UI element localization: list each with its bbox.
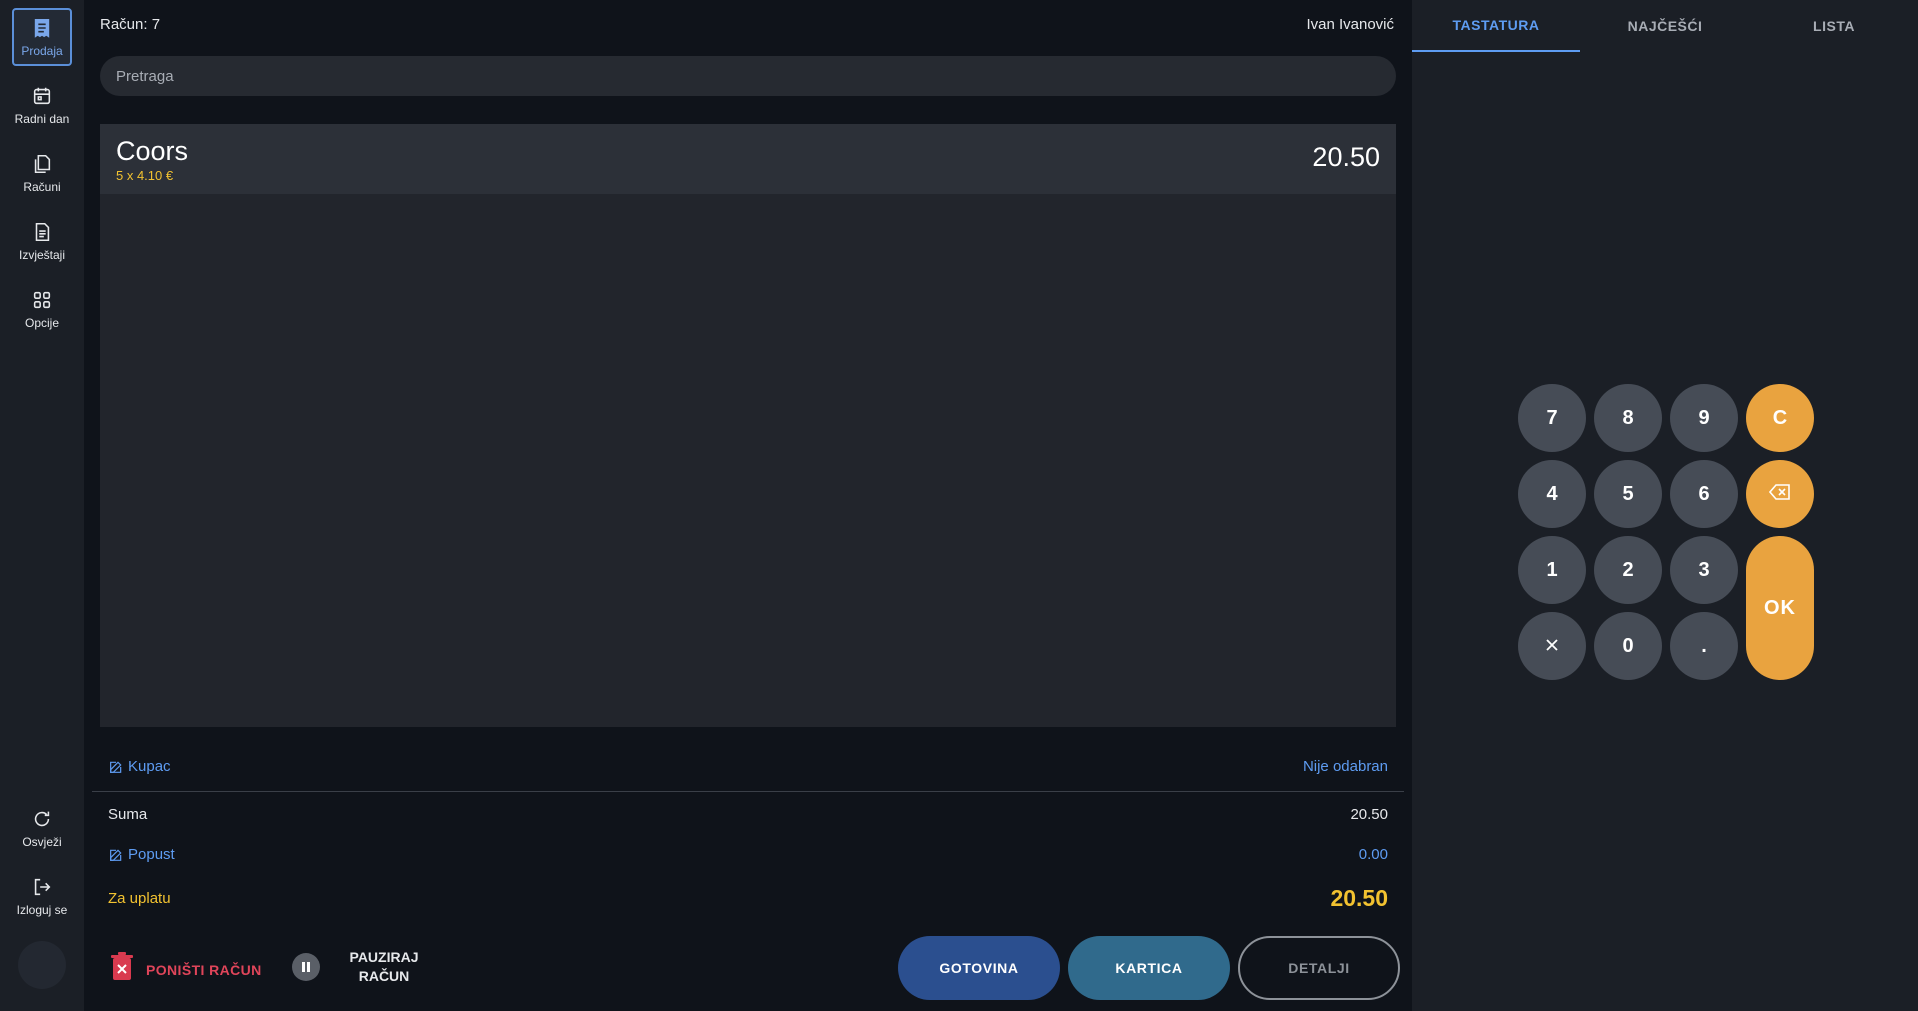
logout-icon — [30, 875, 54, 899]
key-decimal[interactable]: . — [1670, 612, 1738, 680]
key-ok[interactable]: OK — [1746, 536, 1814, 680]
item-total: 20.50 — [1312, 142, 1380, 172]
sidebar-item-label: Opcije — [24, 316, 59, 330]
item-name: Coors — [116, 136, 189, 166]
customer-label: Kupac — [128, 758, 171, 775]
edit-icon — [108, 847, 124, 863]
key-2[interactable]: 2 — [1594, 536, 1662, 604]
trash-icon — [108, 952, 136, 987]
key-clear[interactable]: C — [1746, 384, 1814, 452]
customer-link[interactable]: Kupac — [108, 758, 171, 775]
sidebar-item-label: Računi — [23, 180, 61, 194]
amount-due-value: 20.50 — [1330, 885, 1388, 911]
avatar[interactable] — [18, 941, 66, 989]
key-3[interactable]: 3 — [1670, 536, 1738, 604]
discount-value: 0.00 — [1358, 846, 1388, 863]
cart-list: Coors 5 x 4.10 € 20.50 — [100, 124, 1396, 727]
discount-link[interactable]: Popust — [108, 846, 175, 863]
cash-button[interactable]: GOTOVINA — [898, 936, 1060, 1000]
key-1[interactable]: 1 — [1518, 536, 1586, 604]
key-5[interactable]: 5 — [1594, 460, 1662, 528]
key-8[interactable]: 8 — [1594, 384, 1662, 452]
sidebar-item-opcije[interactable]: Opcije — [12, 280, 72, 338]
sidebar-item-label: Prodaja — [21, 44, 63, 58]
tab-tastatura[interactable]: TASTATURA — [1412, 0, 1580, 52]
user-name: Ivan Ivanović — [1306, 16, 1394, 33]
backspace-icon — [1768, 483, 1791, 506]
sidebar-item-racuni[interactable]: Računi — [12, 144, 72, 202]
discount-label: Popust — [128, 846, 175, 863]
grid-icon — [30, 288, 54, 312]
sidebar: Prodaja Radni dan Računi Izvještaji Opci… — [0, 0, 84, 1011]
item-quantity: 5 x 4.10 € — [116, 168, 174, 183]
main-panel: Račun: 7 Ivan Ivanović Coors 5 x 4.10 € … — [84, 0, 1412, 1011]
sum-label: Suma — [108, 806, 148, 823]
divider — [92, 791, 1404, 792]
documents-icon — [30, 152, 54, 176]
receipt-number: Račun: 7 — [100, 16, 161, 33]
key-6[interactable]: 6 — [1670, 460, 1738, 528]
report-icon — [30, 220, 54, 244]
sidebar-item-prodaja[interactable]: Prodaja — [12, 8, 72, 66]
cart-item[interactable]: Coors 5 x 4.10 € 20.50 — [100, 124, 1396, 194]
key-multiply[interactable] — [1518, 612, 1586, 680]
card-button[interactable]: KARTICA — [1068, 936, 1230, 1000]
sidebar-item-izvjestaji[interactable]: Izvještaji — [12, 212, 72, 270]
cancel-receipt-button[interactable]: PONIŠTI RAČUN — [108, 952, 262, 987]
receipt-icon — [30, 16, 54, 40]
pause-icon — [292, 953, 320, 981]
amount-due-label: Za uplatu — [108, 890, 171, 907]
tab-lista[interactable]: LISTA — [1750, 0, 1918, 52]
logout-button[interactable]: Izloguj se — [12, 867, 72, 925]
sidebar-item-label: Radni dan — [14, 112, 70, 126]
refresh-button[interactable]: Osvježi — [12, 799, 72, 857]
edit-icon — [108, 759, 124, 775]
tab-najcesci[interactable]: NAJČEŠĆI — [1581, 0, 1749, 52]
pause-receipt-button[interactable]: PAUZIRAJ RAČUN — [292, 948, 424, 986]
search-input[interactable] — [100, 56, 1396, 96]
key-7[interactable]: 7 — [1518, 384, 1586, 452]
key-0[interactable]: 0 — [1594, 612, 1662, 680]
calendar-icon — [30, 84, 54, 108]
sum-value: 20.50 — [1350, 806, 1388, 823]
customer-value[interactable]: Nije odabran — [1303, 758, 1388, 775]
multiply-icon — [1545, 635, 1559, 658]
key-4[interactable]: 4 — [1518, 460, 1586, 528]
refresh-label: Osvježi — [22, 835, 62, 849]
details-button[interactable]: DETALJI — [1238, 936, 1400, 1000]
refresh-icon — [30, 807, 54, 831]
cancel-receipt-label: PONIŠTI RAČUN — [146, 961, 262, 978]
sidebar-item-label: Izvještaji — [18, 248, 65, 262]
logout-label: Izloguj se — [16, 903, 68, 917]
keypad-panel: TASTATURA NAJČEŠĆI LISTA 7 8 9 C 4 5 6 1… — [1412, 0, 1918, 1011]
key-9[interactable]: 9 — [1670, 384, 1738, 452]
key-backspace[interactable] — [1746, 460, 1814, 528]
sidebar-item-radni-dan[interactable]: Radni dan — [12, 76, 72, 134]
pause-receipt-label: PAUZIRAJ RAČUN — [349, 949, 419, 984]
